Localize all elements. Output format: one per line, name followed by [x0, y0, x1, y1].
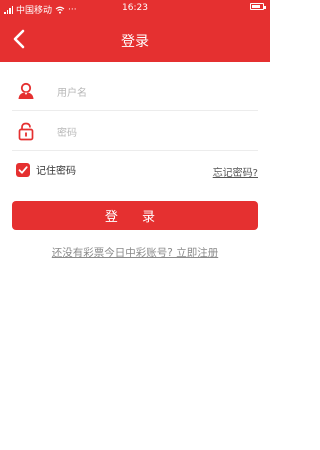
remember-password[interactable]: 记住密码: [16, 162, 76, 177]
status-time: 16:23: [122, 3, 148, 13]
remember-label: 记住密码: [36, 166, 76, 177]
login-screen: 中国移动 ··· 16:23 登录 用户名 密码 记住密码 忘记密码? 登 录 …: [0, 0, 270, 450]
battery-icon: [250, 3, 266, 10]
login-button[interactable]: 登 录: [12, 201, 258, 230]
status-bar: 中国移动 ··· 16:23: [0, 0, 270, 17]
checkmark-icon: [18, 165, 28, 174]
password-field[interactable]: 密码: [12, 112, 258, 151]
register-link[interactable]: 还没有彩票今日中彩账号? 立即注册: [0, 245, 270, 260]
nav-bar: 登录: [0, 17, 270, 62]
lock-icon: [18, 122, 34, 141]
remember-checkbox[interactable]: [16, 162, 30, 177]
password-placeholder: 密码: [57, 128, 77, 139]
page-title: 登录: [121, 34, 149, 50]
forgot-password-link[interactable]: 忘记密码?: [213, 164, 258, 179]
status-right: [250, 3, 266, 10]
user-icon: [18, 82, 34, 99]
username-field[interactable]: 用户名: [12, 72, 258, 111]
username-placeholder: 用户名: [57, 88, 87, 99]
